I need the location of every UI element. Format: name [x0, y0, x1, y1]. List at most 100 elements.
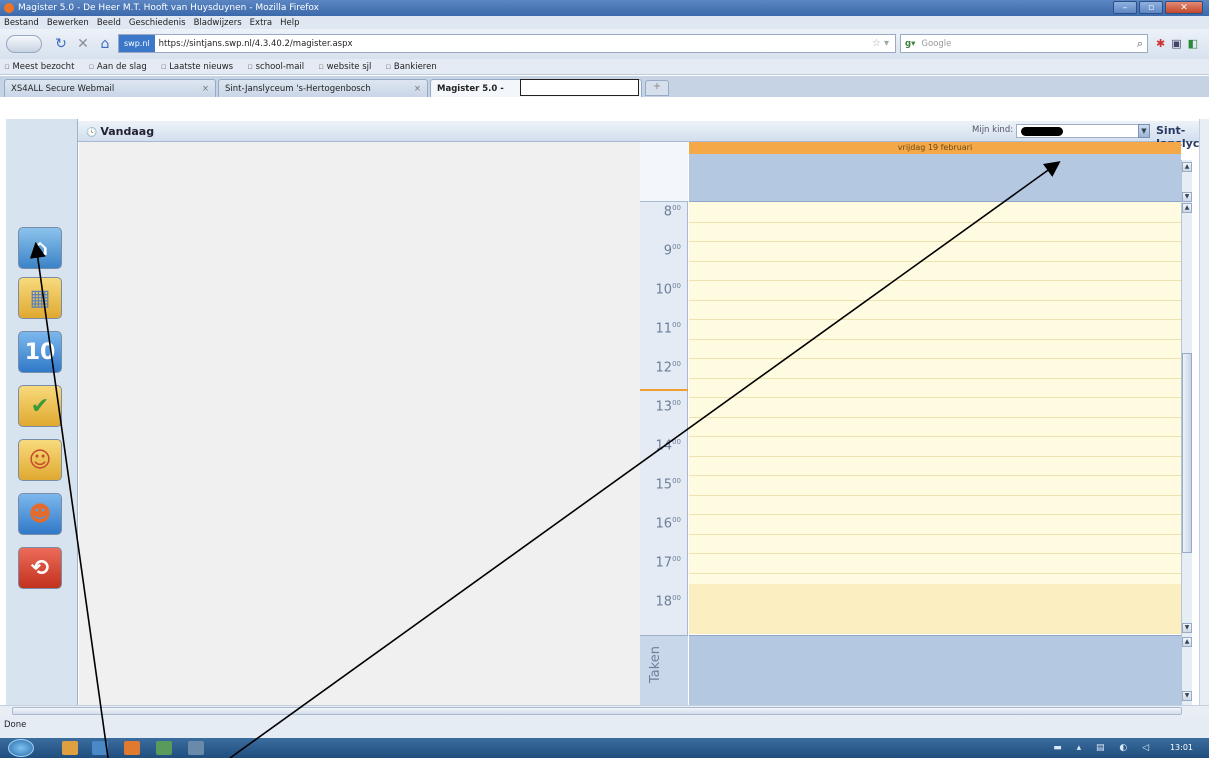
menu-item-bestand[interactable]: Bestand	[4, 18, 39, 28]
hour-label: 1200	[655, 360, 681, 376]
child-select[interactable]	[1016, 124, 1148, 138]
close-tab-icon[interactable]: ×	[202, 84, 209, 94]
status-bar: Done	[0, 716, 1209, 738]
slot-line	[689, 534, 1181, 535]
menu-item-extra[interactable]: Extra	[250, 18, 272, 28]
stop-icon[interactable]: ✕	[74, 35, 92, 53]
scroll-down-button[interactable]: ▼	[1182, 691, 1192, 701]
addon-icon[interactable]: ▣	[1171, 37, 1181, 50]
time-slots[interactable]	[689, 202, 1181, 634]
addon-icon[interactable]: ◧	[1188, 37, 1198, 50]
agenda-icon[interactable]: ▦	[18, 277, 62, 319]
slot-line	[689, 514, 1181, 515]
page-horizontal-scrollbar[interactable]	[0, 705, 1209, 716]
search-bar[interactable]: g▾ Google ⌕	[900, 34, 1148, 53]
menu-item-beeld[interactable]: Beeld	[97, 18, 121, 28]
bookmark-star-icon[interactable]: ☆ ▾	[872, 38, 889, 49]
system-tray[interactable]: ▬ ▴ ▤ ◐ ◁	[1053, 743, 1155, 753]
hour-label: 1500	[655, 477, 681, 493]
evening-slots	[689, 584, 1181, 634]
tab-strip: XS4ALL Secure Webmail × Sint-Janslyceum …	[0, 76, 1209, 97]
hour-label: 1800	[655, 594, 681, 610]
slot-line	[689, 456, 1181, 457]
tasks-scrollbar[interactable]: ▲ ▼	[1181, 635, 1192, 705]
minimize-button[interactable]: –	[1113, 1, 1137, 14]
slots-scrollbar[interactable]: ▲ ▼	[1181, 203, 1192, 635]
search-engine-icon[interactable]: g▾	[905, 39, 915, 49]
time-column-header	[640, 142, 688, 202]
maximize-button[interactable]: ▫	[1139, 1, 1163, 14]
tab-label: Sint-Janslyceum 's-Hertogenbosch	[225, 83, 371, 94]
close-tab-icon[interactable]: ×	[414, 84, 421, 94]
bookmark-item[interactable]: school-mail	[247, 62, 305, 72]
window-controls: – ▫ ✕	[1113, 1, 1203, 14]
tab-label: XS4ALL Secure Webmail	[11, 83, 115, 94]
day-column: vrijdag 19 februari	[689, 142, 1181, 705]
firefox-icon	[4, 3, 14, 13]
slot-line	[689, 378, 1181, 379]
slot-line	[689, 553, 1181, 554]
home-nav-icon[interactable]: ⌂	[96, 35, 114, 53]
ie-icon[interactable]	[92, 741, 108, 755]
hour-label: 1600	[655, 516, 681, 532]
close-button[interactable]: ✕	[1165, 1, 1203, 14]
menu-item-bladwijzers[interactable]: Bladwijzers	[194, 18, 242, 28]
app-sidebar: ⌂ ▦ 10 ✔ ☺ ☻ ⟲	[6, 119, 78, 705]
scroll-thumb[interactable]	[12, 707, 1182, 715]
menu-item-geschiedenis[interactable]: Geschiedenis	[129, 18, 186, 28]
tab-label: Magister 5.0 -	[437, 83, 504, 94]
site-identity-badge[interactable]: swp.nl	[119, 35, 155, 52]
day-header: vrijdag 19 februari	[689, 142, 1181, 154]
tab-sintjans[interactable]: Sint-Janslyceum 's-Hertogenbosch ×	[218, 79, 428, 97]
reload-icon[interactable]: ↻	[52, 35, 70, 53]
bookmark-item[interactable]: website sjl	[318, 62, 372, 72]
app-taskbar-icon[interactable]	[156, 741, 172, 755]
scroll-thumb[interactable]	[1182, 353, 1192, 553]
app-taskbar-icon[interactable]	[188, 741, 204, 755]
page-vertical-scrollbar[interactable]	[1199, 119, 1209, 705]
page-title: Vandaag	[86, 125, 154, 138]
scroll-down-button[interactable]: ▼	[1182, 192, 1192, 202]
start-button[interactable]	[8, 739, 34, 757]
window-titlebar: Magister 5.0 - De Heer M.T. Hooft van Hu…	[0, 0, 1209, 16]
slot-line	[689, 280, 1181, 281]
home-icon[interactable]: ⌂	[18, 227, 62, 269]
hour-label: 1400	[655, 438, 681, 454]
hour-label: 1100	[655, 321, 681, 337]
chevron-down-icon[interactable]: ▼	[1138, 124, 1150, 138]
tasks-label: Taken	[648, 646, 663, 684]
scroll-down-button[interactable]: ▼	[1182, 623, 1192, 633]
hour-label: 800	[663, 204, 681, 220]
tab-webmail[interactable]: XS4ALL Secure Webmail ×	[4, 79, 216, 97]
address-bar[interactable]: swp.nl https://sintjans.swp.nl/4.3.40.2/…	[118, 34, 896, 53]
status-text: Done	[4, 720, 27, 730]
explorer-icon[interactable]	[62, 741, 78, 755]
contacts-icon[interactable]: ☺	[18, 439, 62, 481]
bookmark-item[interactable]: Bankieren	[385, 62, 437, 72]
menu-item-help[interactable]: Help	[280, 18, 299, 28]
scroll-up-button[interactable]: ▲	[1182, 162, 1192, 172]
slot-line	[689, 339, 1181, 340]
grades-icon[interactable]: 10	[18, 331, 62, 373]
attendance-icon[interactable]: ✔	[18, 385, 62, 427]
bookmark-item[interactable]: Meest bezocht	[4, 62, 74, 72]
addon-icon[interactable]: ✱	[1156, 37, 1165, 50]
clock: 13:01	[1169, 743, 1193, 752]
profile-icon[interactable]: ☻	[18, 493, 62, 535]
new-tab-button[interactable]: +	[645, 80, 669, 96]
redacted-box	[520, 79, 639, 96]
slot-line	[689, 417, 1181, 418]
back-forward-button[interactable]	[6, 35, 42, 53]
tasks-header[interactable]: Taken	[640, 635, 688, 705]
search-icon[interactable]: ⌕	[1137, 37, 1143, 51]
scroll-up-button[interactable]: ▲	[1182, 203, 1192, 213]
allday-scrollbar[interactable]: ▲ ▼	[1181, 160, 1192, 204]
scroll-up-button[interactable]: ▲	[1182, 637, 1192, 647]
logout-icon[interactable]: ⟲	[18, 547, 62, 589]
firefox-taskbar-icon[interactable]	[124, 741, 140, 755]
tasks-area[interactable]	[689, 635, 1181, 705]
all-day-area[interactable]	[689, 154, 1181, 202]
menu-item-bewerken[interactable]: Bewerken	[47, 18, 89, 28]
bookmark-item[interactable]: Aan de slag	[88, 62, 147, 72]
bookmark-item[interactable]: Laatste nieuws	[161, 62, 233, 72]
